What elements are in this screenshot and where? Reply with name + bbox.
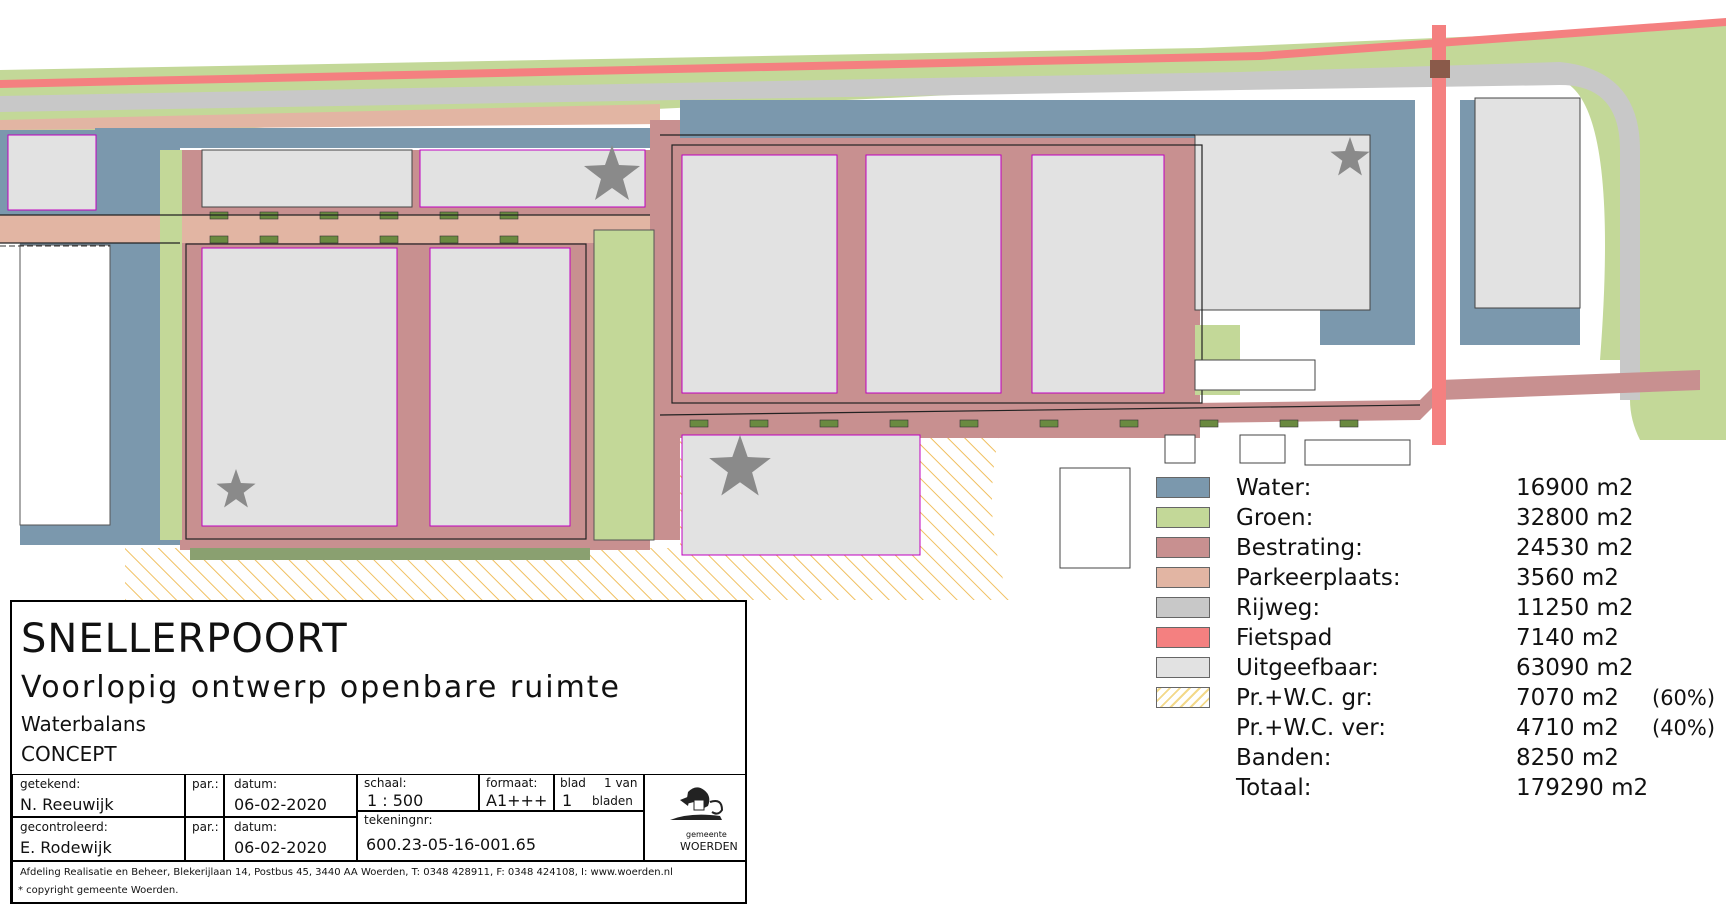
legend-swatch — [1156, 627, 1210, 648]
drawing-status: CONCEPT — [21, 742, 117, 766]
legend-value: 4710 m2 — [1516, 715, 1619, 741]
project-title: SNELLERPOORT — [21, 616, 348, 662]
legend-label: Rijweg: — [1236, 595, 1321, 621]
legend-swatch — [1156, 657, 1210, 678]
legend-row: Uitgeefbaar: 63090 m2 — [1150, 653, 1710, 683]
tekeningnr-value: 600.23-05-16-001.65 — [366, 835, 537, 854]
fietspad-east-vertical — [1432, 25, 1446, 445]
water-mid-north — [680, 100, 1320, 140]
legend-swatch — [1156, 687, 1210, 708]
legend-label: Totaal: — [1236, 775, 1312, 801]
legend-value: 7140 m2 — [1516, 625, 1619, 651]
legend-swatch — [1156, 507, 1210, 528]
legend-row: Banden: 8250 m2 — [1150, 743, 1710, 773]
getekend-name: N. Reeuwijk — [20, 795, 114, 814]
legend-label: Banden: — [1236, 745, 1332, 771]
blad-value: 1 — [562, 791, 573, 810]
legend-label: Bestrating: — [1236, 535, 1363, 561]
schaal-value: 1 : 500 — [367, 791, 424, 810]
datum-value-1: 06-02-2020 — [234, 795, 327, 814]
legend-row: Rijweg: 11250 m2 — [1150, 593, 1710, 623]
drawing-subtitle: Voorlopig ontwerp openbare ruimte — [21, 670, 622, 705]
address-line: Afdeling Realisatie en Beheer, Blekerijl… — [20, 867, 673, 878]
schaal-label: schaal: — [364, 776, 407, 790]
legend-row: Pr.+W.C. ver: 4710 m2 (40%) — [1150, 713, 1715, 743]
title-block: SNELLERPOORT Voorlopig ontwerp openbare … — [10, 600, 747, 904]
legend-label: Groen: — [1236, 505, 1314, 531]
plot-11 — [681, 434, 921, 556]
legend-label: Pr.+W.C. ver: — [1236, 715, 1387, 741]
plot-10 — [1474, 97, 1581, 309]
legend-label: Parkeerplaats: — [1236, 565, 1401, 591]
legend-row: Groen: 32800 m2 — [1150, 503, 1710, 533]
legend-swatch — [1156, 477, 1210, 498]
legend-value: 32800 m2 — [1516, 505, 1634, 531]
legend-row: Parkeerplaats: 3560 m2 — [1150, 563, 1710, 593]
plot-8 — [1031, 154, 1165, 394]
west-building-outline — [19, 244, 111, 526]
datum-label-2: datum: — [234, 820, 278, 834]
bladen-label: bladen — [592, 794, 633, 808]
green-strip-west — [160, 150, 182, 540]
plot-2 — [201, 149, 413, 208]
gecontroleerd-label: gecontroleerd: — [20, 820, 108, 834]
plot-7 — [865, 154, 1002, 394]
legend-label: Pr.+W.C. gr: — [1236, 685, 1373, 711]
legend-label: Uitgeefbaar: — [1236, 655, 1379, 681]
legend-value: 63090 m2 — [1516, 655, 1634, 681]
plot-5 — [429, 247, 571, 527]
legend-label: Water: — [1236, 475, 1312, 501]
legend-percentage: (40%) — [1652, 716, 1716, 740]
getekend-label: getekend: — [20, 777, 81, 791]
legend-row: Pr.+W.C. gr: 7070 m2 (60%) — [1150, 683, 1715, 713]
legend-percentage: (60%) — [1652, 686, 1716, 710]
green-strip-south — [190, 548, 590, 560]
logo-gemeente-text: gemeente — [686, 830, 727, 839]
blad-label: blad — [560, 776, 586, 790]
copyright-line: * copyright gemeente Woerden. — [18, 885, 179, 896]
legend-label: Fietspad — [1236, 625, 1333, 651]
legend-value: 11250 m2 — [1516, 595, 1634, 621]
logo-woerden-text: WOERDEN — [680, 840, 738, 853]
legend-value: 3560 m2 — [1516, 565, 1619, 591]
woerden-logo-icon — [670, 787, 724, 820]
legend-value: 7070 m2 — [1516, 685, 1619, 711]
legend-row: Totaal: 179290 m2 — [1150, 773, 1710, 803]
legend-swatch — [1156, 597, 1210, 618]
formaat-label: formaat: — [486, 776, 538, 790]
legend-row: Fietspad 7140 m2 — [1150, 623, 1710, 653]
legend-swatch — [1156, 567, 1210, 588]
legend-row: Bestrating: 24530 m2 — [1150, 533, 1710, 563]
sheet-name: Waterbalans — [21, 712, 146, 736]
datum-value-2: 06-02-2020 — [234, 838, 327, 857]
legend-value: 179290 m2 — [1516, 775, 1649, 801]
fietspad-east-crossing — [1430, 60, 1450, 78]
legend-value: 8250 m2 — [1516, 745, 1619, 771]
van-label: 1 van — [604, 776, 638, 790]
plot-6 — [681, 154, 838, 394]
green-strip-center — [593, 229, 655, 541]
datum-label-1: datum: — [234, 777, 278, 791]
par-label-2: par.: — [192, 820, 219, 834]
legend-value: 24530 m2 — [1516, 535, 1634, 561]
gecontroleerd-name: E. Rodewijk — [20, 838, 112, 857]
legend-row: Water: 16900 m2 — [1150, 473, 1710, 503]
formaat-value: A1+++ — [486, 791, 548, 810]
par-label-1: par.: — [192, 777, 219, 791]
legend-value: 16900 m2 — [1516, 475, 1634, 501]
legend-swatch — [1156, 537, 1210, 558]
tekeningnr-label: tekeningnr: — [364, 813, 433, 827]
plot-1 — [7, 134, 97, 211]
